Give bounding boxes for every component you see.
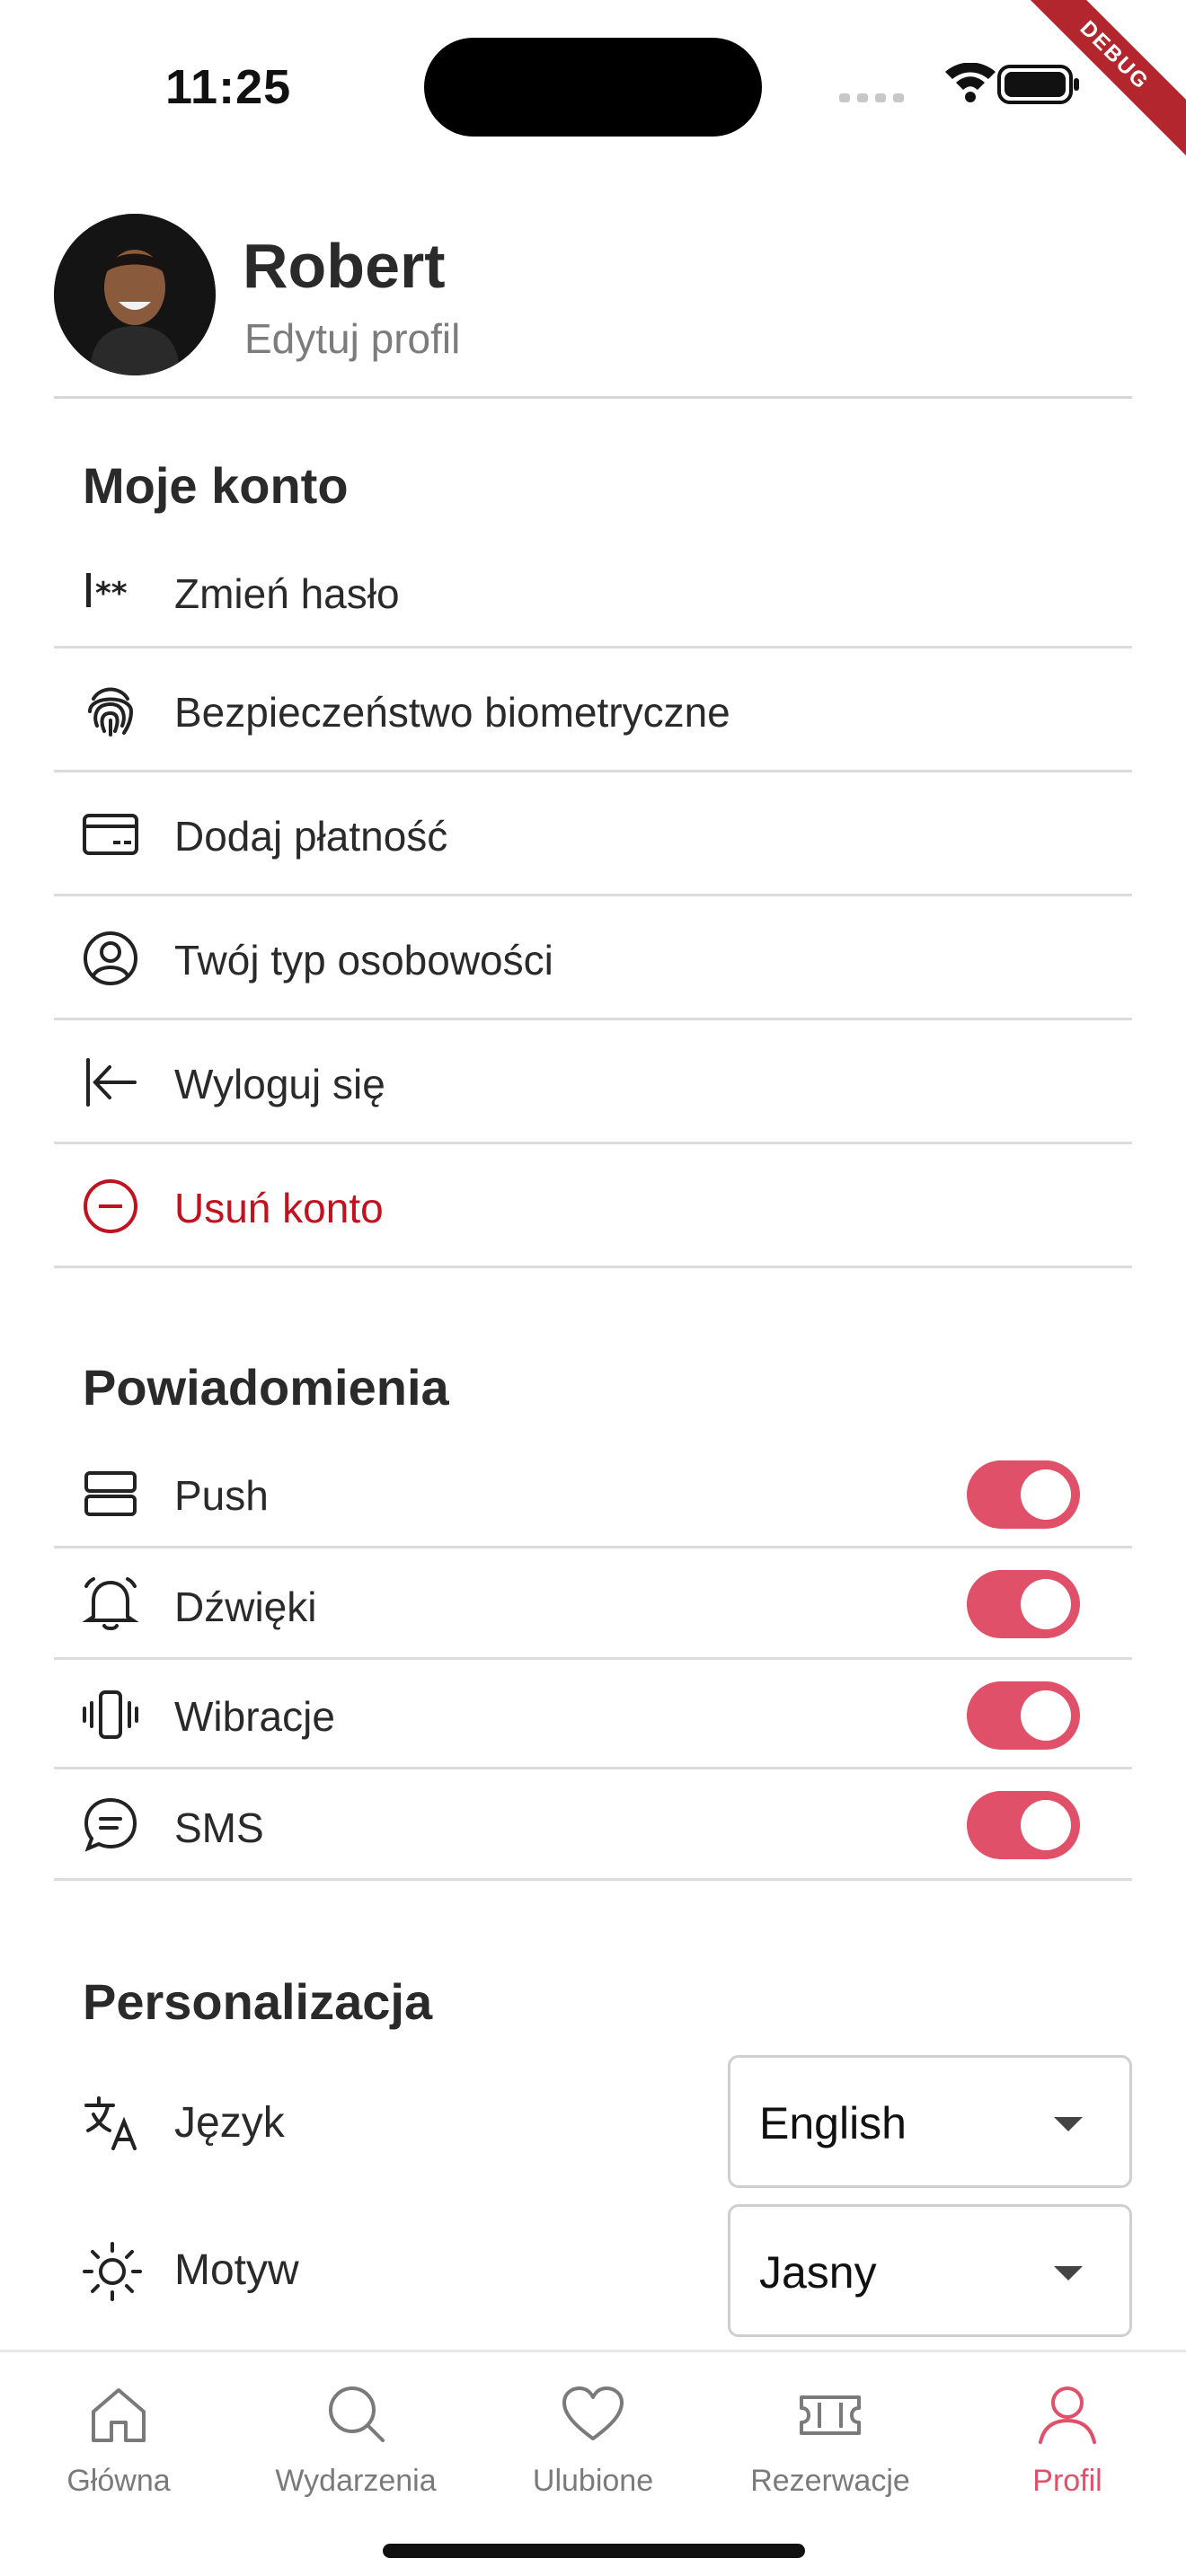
language-label: Język (174, 2099, 285, 2147)
change-password-row[interactable]: ** Zmień hasło (54, 546, 1132, 648)
account-section-title: Moje konto (83, 457, 349, 514)
delete-account-label: Usuń konto (174, 1185, 384, 1231)
nav-item-profile[interactable]: Profil (949, 2370, 1186, 2514)
remove-circle-icon (84, 1179, 137, 1233)
language-row: Język (54, 2057, 701, 2190)
status-bar: 11:25 DEBUG (0, 0, 1186, 171)
theme-select-value: Jasny (759, 2247, 877, 2298)
nav-item-reservations[interactable]: Rezerwacje (712, 2370, 949, 2514)
chevron-down-icon (1054, 2117, 1083, 2131)
nav-label-favorites: Ulubione (532, 2464, 654, 2498)
nav-label-events: Wydarzenia (275, 2464, 437, 2498)
status-icons (839, 63, 1079, 104)
chat-bubble-icon (84, 1797, 137, 1852)
credit-card-icon (83, 814, 138, 855)
add-payment-label: Dodaj płatność (174, 813, 448, 860)
nav-label-home: Główna (66, 2464, 171, 2498)
sun-icon (83, 2242, 142, 2301)
logout-icon (86, 1058, 137, 1107)
cellular-signal-icon (839, 93, 904, 102)
theme-label: Motyw (174, 2246, 299, 2294)
personalization-section-title: Personalizacja (83, 1973, 433, 2030)
push-label: Push (174, 1472, 269, 1519)
nav-label-reservations: Rezerwacje (750, 2464, 910, 2498)
sounds-row: Dźwięki (54, 1548, 1132, 1660)
personality-type-label: Twój typ osobowości (174, 937, 553, 984)
nav-item-events[interactable]: Wydarzenia (237, 2370, 474, 2514)
biometric-row[interactable]: Bezpieczeństwo biometryczne (54, 648, 1132, 772)
notifications-stack-icon (84, 1471, 137, 1516)
change-password-label: Zmień hasło (174, 570, 400, 617)
push-toggle[interactable] (967, 1460, 1080, 1529)
theme-row: Motyw (54, 2204, 701, 2337)
language-select-value: English (759, 2098, 907, 2148)
search-icon (329, 2386, 385, 2442)
sounds-label: Dźwięki (174, 1584, 317, 1630)
biometric-label: Bezpieczeństwo biometryczne (174, 689, 730, 736)
sms-row: SMS (54, 1769, 1132, 1881)
nav-item-home[interactable]: Główna (0, 2370, 237, 2514)
wifi-icon (945, 63, 996, 102)
sms-toggle[interactable] (967, 1791, 1080, 1859)
dynamic-island (424, 38, 762, 137)
toggle-knob (1021, 1690, 1071, 1741)
fingerprint-icon (88, 687, 134, 737)
svg-text:**: ** (95, 576, 128, 612)
toggle-knob (1021, 1579, 1071, 1629)
add-payment-row[interactable]: Dodaj płatność (54, 772, 1132, 896)
bottom-navigation: Główna Wydarzenia Ulubione Rezerwacje Pr… (0, 2350, 1186, 2576)
home-indicator (383, 2544, 805, 2558)
personality-type-row[interactable]: Twój typ osobowości (54, 896, 1132, 1020)
sounds-toggle[interactable] (967, 1570, 1080, 1638)
push-row: Push (54, 1439, 1132, 1548)
toggle-knob (1021, 1469, 1071, 1520)
logout-row[interactable]: Wyloguj się (54, 1020, 1132, 1144)
avatar[interactable] (54, 214, 216, 375)
toggle-knob (1021, 1800, 1071, 1850)
status-time: 11:25 (165, 60, 292, 114)
language-select[interactable]: English (728, 2055, 1132, 2188)
delete-account-row[interactable]: Usuń konto (54, 1144, 1132, 1268)
translate-icon (84, 2096, 137, 2150)
profile-header[interactable]: Robert Edytuj profil (54, 214, 1132, 399)
avatar-image (54, 214, 216, 375)
nav-label-profile: Profil (1032, 2464, 1102, 2498)
theme-select[interactable]: Jasny (728, 2204, 1132, 2337)
vibration-icon (83, 1690, 138, 1739)
nav-item-favorites[interactable]: Ulubione (474, 2370, 712, 2514)
vibration-label: Wibracje (174, 1693, 335, 1740)
chevron-down-icon (1054, 2266, 1083, 2280)
vibration-row: Wibracje (54, 1660, 1132, 1769)
logout-label: Wyloguj się (174, 1061, 385, 1107)
sms-label: SMS (174, 1804, 264, 1851)
vibration-toggle[interactable] (967, 1681, 1080, 1750)
person-icon (1039, 2386, 1096, 2444)
home-icon (92, 2388, 146, 2442)
ticket-icon (800, 2395, 861, 2435)
battery-icon (997, 65, 1079, 104)
profile-name: Robert (243, 231, 446, 301)
password-icon: ** (86, 573, 128, 612)
bell-icon (82, 1577, 139, 1630)
account-circle-icon (84, 931, 137, 985)
notifications-section-title: Powiadomienia (83, 1359, 449, 1416)
heart-icon (562, 2386, 624, 2440)
edit-profile-link[interactable]: Edytuj profil (244, 314, 460, 363)
